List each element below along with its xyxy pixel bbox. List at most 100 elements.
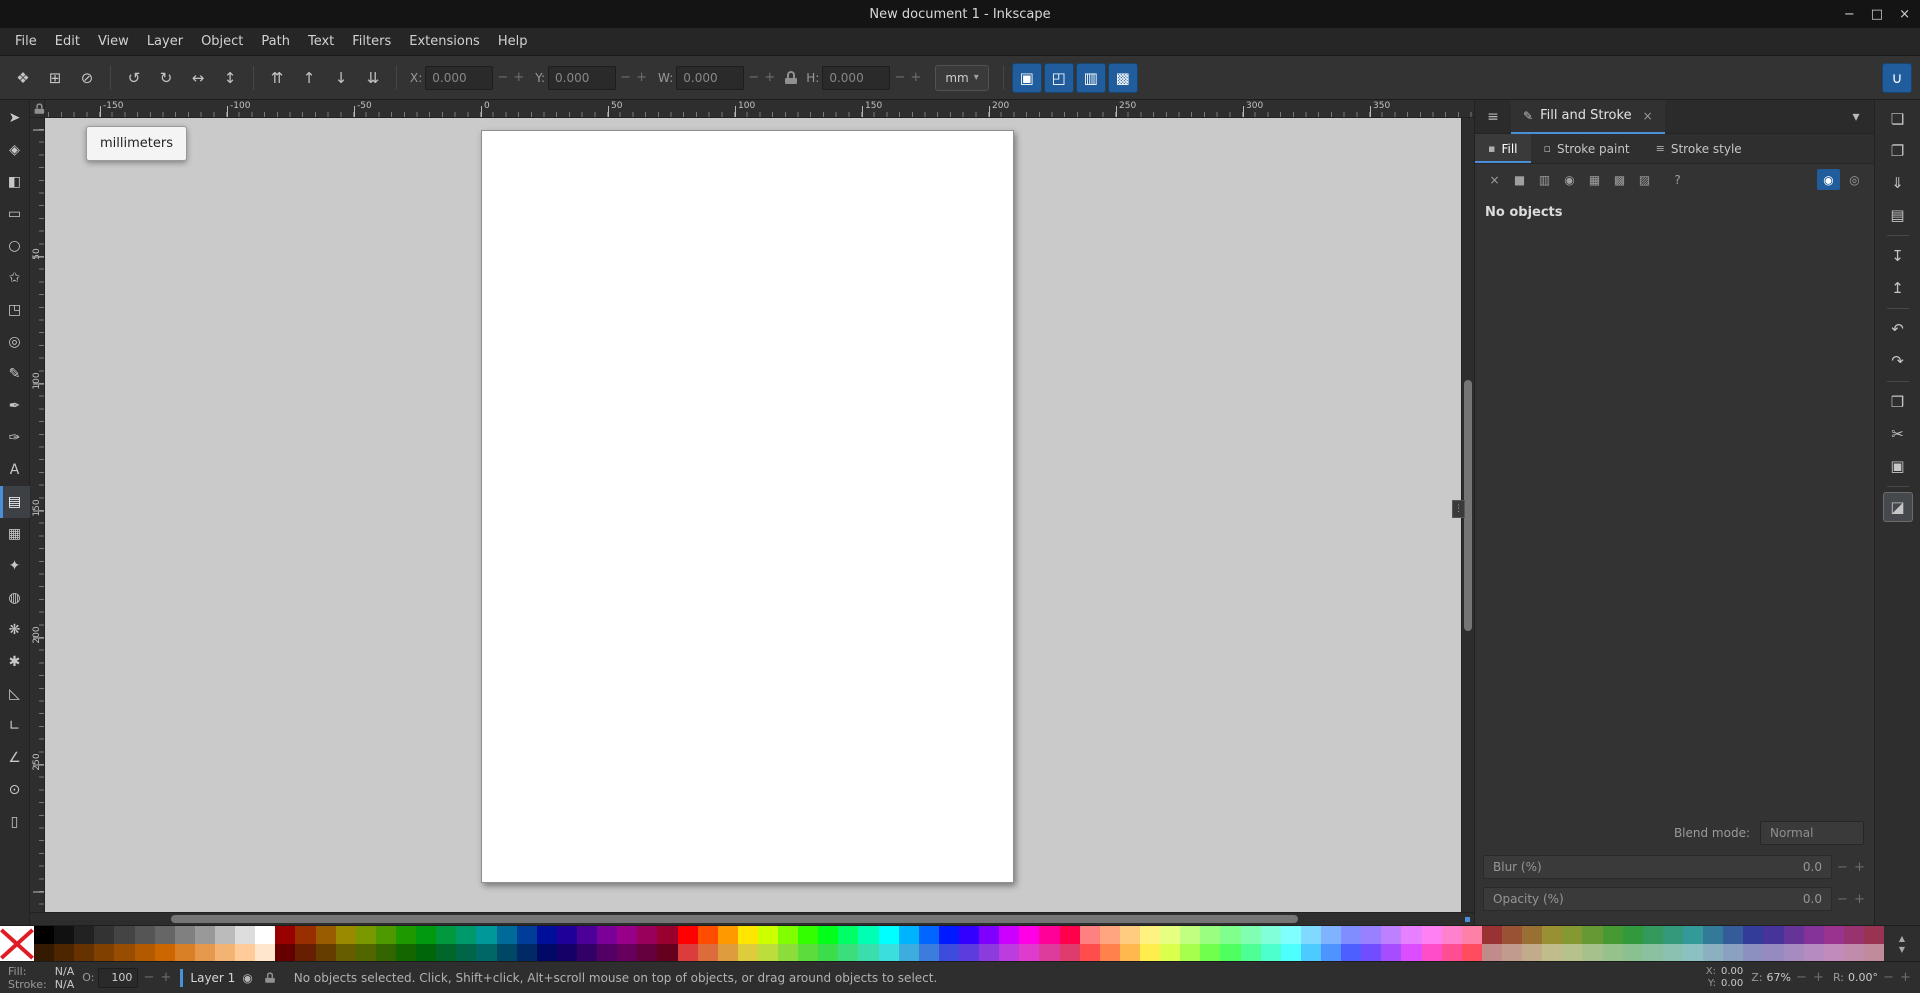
- color-swatch[interactable]: [1643, 926, 1663, 944]
- color-swatch[interactable]: [1281, 944, 1301, 962]
- color-swatch[interactable]: [1422, 926, 1442, 944]
- color-swatch[interactable]: [678, 926, 698, 944]
- tool-zoom[interactable]: ⊙: [0, 774, 30, 806]
- color-swatch[interactable]: [1522, 926, 1542, 944]
- color-swatch[interactable]: [1442, 926, 1462, 944]
- color-swatch[interactable]: [778, 944, 798, 962]
- menu-filters[interactable]: Filters: [343, 30, 400, 53]
- color-swatch[interactable]: [1864, 926, 1884, 944]
- color-swatch[interactable]: [1341, 944, 1361, 962]
- x-increment[interactable]: +: [512, 70, 525, 85]
- color-swatch[interactable]: [818, 944, 838, 962]
- palette-scroll[interactable]: ▲ ▼: [1884, 926, 1920, 961]
- color-swatch[interactable]: [657, 944, 677, 962]
- color-swatch[interactable]: [1080, 926, 1100, 944]
- color-swatch[interactable]: [1562, 944, 1582, 962]
- y-decrement[interactable]: −: [619, 70, 632, 85]
- color-swatch[interactable]: [1039, 926, 1059, 944]
- new-document-button[interactable]: ❏: [1883, 104, 1913, 134]
- color-swatch[interactable]: [838, 926, 858, 944]
- flat-color-button[interactable]: ■: [1508, 169, 1531, 190]
- pattern-button[interactable]: ▦: [1583, 169, 1606, 190]
- color-swatch[interactable]: [1663, 944, 1683, 962]
- color-swatch[interactable]: [476, 944, 496, 962]
- color-swatch[interactable]: [979, 944, 999, 962]
- color-swatch[interactable]: [1261, 926, 1281, 944]
- scale-corners-button[interactable]: ◰: [1044, 63, 1074, 93]
- color-swatch[interactable]: [336, 944, 356, 962]
- color-swatch[interactable]: [1241, 944, 1261, 962]
- color-swatch[interactable]: [376, 944, 396, 962]
- color-swatch[interactable]: [336, 926, 356, 944]
- tool-connector[interactable]: ∟: [0, 710, 30, 742]
- color-swatch[interactable]: [637, 944, 657, 962]
- color-swatch[interactable]: [1542, 944, 1562, 962]
- color-swatch[interactable]: [396, 944, 416, 962]
- opacity-increment[interactable]: +: [1853, 892, 1866, 907]
- move-gradients-button[interactable]: ▥: [1076, 63, 1106, 93]
- color-swatch[interactable]: [1743, 926, 1763, 944]
- color-swatch[interactable]: [778, 926, 798, 944]
- color-swatch[interactable]: [456, 926, 476, 944]
- color-swatch[interactable]: [557, 944, 577, 962]
- color-swatch[interactable]: [577, 944, 597, 962]
- no-paint-button[interactable]: ×: [1483, 169, 1506, 190]
- color-swatch[interactable]: [939, 944, 959, 962]
- color-swatch[interactable]: [1180, 926, 1200, 944]
- color-swatch[interactable]: [1582, 944, 1602, 962]
- color-swatch[interactable]: [1060, 926, 1080, 944]
- menu-help[interactable]: Help: [489, 30, 537, 53]
- color-swatch[interactable]: [215, 944, 235, 962]
- color-swatch[interactable]: [517, 926, 537, 944]
- color-swatch[interactable]: [919, 926, 939, 944]
- tool-selector[interactable]: ➤: [0, 102, 30, 134]
- tool-pages[interactable]: ▯: [0, 806, 30, 838]
- tool-mesh-gradient[interactable]: ▦: [0, 518, 30, 550]
- color-swatch[interactable]: [295, 926, 315, 944]
- raise-button[interactable]: ↑: [294, 63, 324, 93]
- color-swatch[interactable]: [175, 926, 195, 944]
- color-swatch[interactable]: [275, 944, 295, 962]
- color-swatch[interactable]: [1603, 926, 1623, 944]
- color-swatch[interactable]: [476, 926, 496, 944]
- color-swatch[interactable]: [1401, 926, 1421, 944]
- tool-star[interactable]: ✩: [0, 262, 30, 294]
- color-swatch[interactable]: [517, 944, 537, 962]
- color-swatch[interactable]: [1301, 926, 1321, 944]
- color-swatch[interactable]: [577, 926, 597, 944]
- zoom-decrement[interactable]: −: [1795, 970, 1808, 985]
- color-swatch[interactable]: [1482, 926, 1502, 944]
- blur-increment[interactable]: +: [1853, 860, 1866, 875]
- color-swatch[interactable]: [74, 944, 94, 962]
- menu-file[interactable]: File: [6, 30, 46, 53]
- tool-gradient[interactable]: ▤: [0, 486, 30, 518]
- color-swatch[interactable]: [858, 944, 878, 962]
- color-swatch[interactable]: [1603, 944, 1623, 962]
- tab-stroke-style[interactable]: ≡Stroke style: [1643, 134, 1755, 163]
- color-swatch[interactable]: [1220, 944, 1240, 962]
- color-swatch[interactable]: [356, 944, 376, 962]
- color-swatch[interactable]: [798, 944, 818, 962]
- color-swatch[interactable]: [1683, 926, 1703, 944]
- x-input[interactable]: 0.000: [425, 66, 493, 90]
- color-swatch[interactable]: [1804, 944, 1824, 962]
- y-input[interactable]: 0.000: [548, 66, 616, 90]
- color-swatch[interactable]: [1864, 944, 1884, 962]
- color-swatch[interactable]: [1562, 926, 1582, 944]
- units-dropdown[interactable]: mm ▾: [935, 65, 988, 91]
- h-input[interactable]: 0.000: [822, 66, 890, 90]
- color-swatch[interactable]: [617, 926, 637, 944]
- scale-stroke-button[interactable]: ▣: [1012, 63, 1042, 93]
- vertical-scrollbar-thumb[interactable]: [1464, 380, 1472, 631]
- open-document-button[interactable]: ❐: [1883, 136, 1913, 166]
- tool-shape-builder[interactable]: ◧: [0, 166, 30, 198]
- color-swatch[interactable]: [1663, 926, 1683, 944]
- color-swatch[interactable]: [1140, 944, 1160, 962]
- panel-collapse-icon[interactable]: ▾: [1844, 105, 1868, 129]
- color-swatch[interactable]: [195, 944, 215, 962]
- color-swatch[interactable]: [718, 926, 738, 944]
- color-swatch[interactable]: [155, 926, 175, 944]
- color-swatch[interactable]: [1462, 944, 1482, 962]
- rotate-cw-button[interactable]: ↻: [151, 63, 181, 93]
- color-swatch[interactable]: [899, 926, 919, 944]
